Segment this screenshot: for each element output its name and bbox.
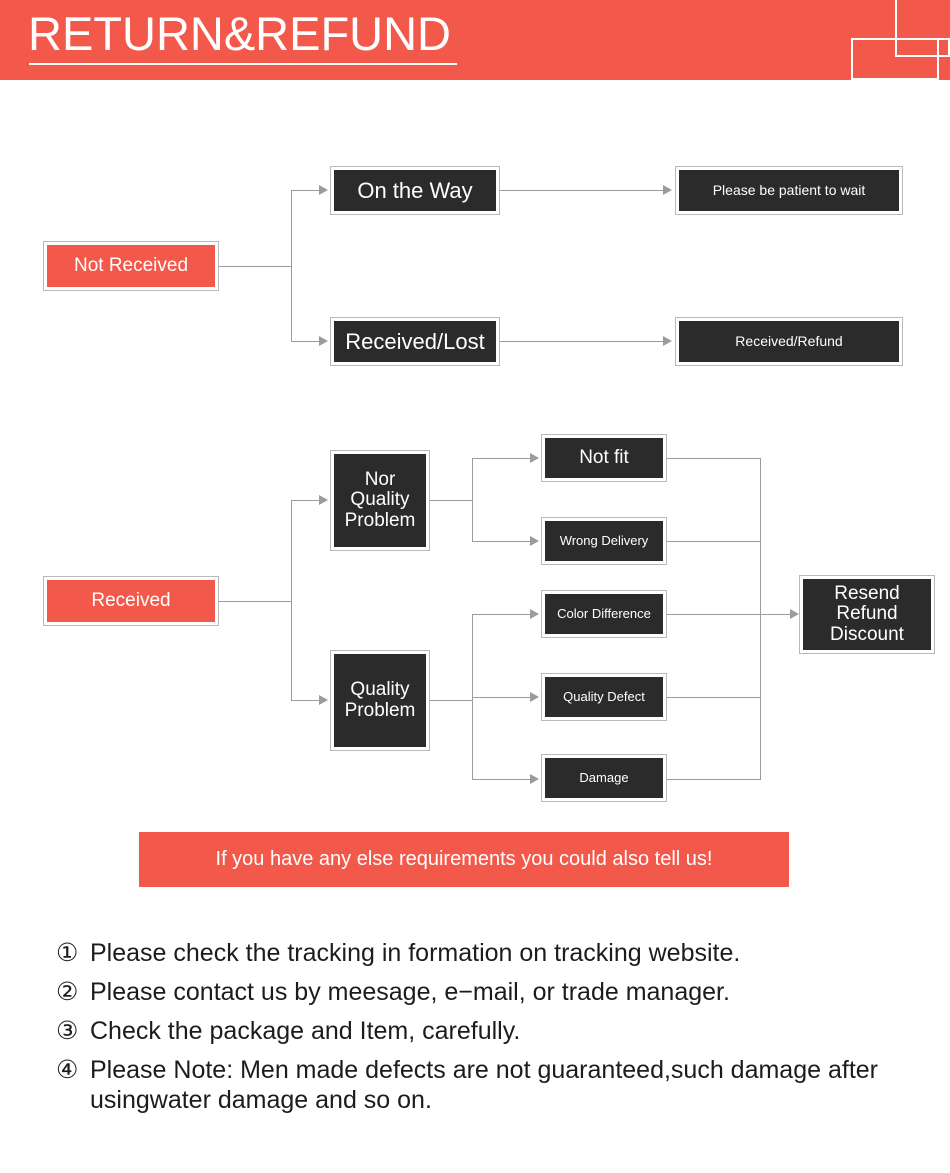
node-nor-quality-problem-line-1: Nor [364, 468, 396, 490]
connector-to-quality-defect [472, 697, 532, 698]
note-number: ④ [56, 1056, 79, 1084]
page-header: RETURN&REFUND [0, 0, 950, 80]
list-item: ② Please contact us by meesage, e−mail, … [56, 977, 936, 1007]
collector-damage [667, 779, 761, 780]
connector-to-on-the-way [291, 190, 321, 191]
page-title: RETURN&REFUND [28, 7, 451, 60]
connector-to-wrong-delivery [472, 541, 532, 542]
arrow-to-wrong-delivery [530, 536, 539, 546]
arrow-to-nor-quality [319, 495, 328, 505]
note-text: Check the package and Item, carefully. [90, 1017, 521, 1045]
note-text: Please check the tracking in formation o… [90, 939, 741, 967]
list-item: ③ Check the package and Item, carefully. [56, 1016, 936, 1046]
requirements-banner-text: If you have any else requirements you co… [215, 848, 713, 870]
arrow-to-quality-defect [530, 692, 539, 702]
node-damage-label: Damage [545, 758, 663, 798]
requirements-banner: If you have any else requirements you co… [139, 832, 789, 887]
decoration-square-small [895, 38, 950, 57]
node-quality-problem-line-1: Quality [350, 678, 410, 700]
connector-quality-problem-stem [430, 700, 472, 701]
node-received[interactable]: Received [43, 576, 219, 626]
note-number: ② [56, 978, 79, 1006]
node-resend-refund-discount-label: Resend Refund Discount [803, 579, 931, 650]
title-underline [29, 63, 457, 65]
connector-to-outcome [760, 614, 792, 615]
node-on-the-way-label: On the Way [334, 170, 496, 211]
notes-list: ① Please check the tracking in formation… [56, 938, 936, 1124]
arrow-received-lost-to-result [663, 336, 672, 346]
node-received-refund-label: Received/Refund [679, 321, 899, 362]
arrow-to-received-lost [319, 336, 328, 346]
connector-nor-quality-stem [430, 500, 472, 501]
node-received-lost-label: Received/Lost [334, 321, 496, 362]
node-not-fit-label: Not fit [545, 438, 663, 478]
outcome-line-2: Refund [836, 603, 898, 625]
node-color-difference[interactable]: Color Difference [541, 590, 667, 638]
node-on-the-way[interactable]: On the Way [330, 166, 500, 215]
note-text: Please contact us by meesage, e−mail, or… [90, 978, 730, 1006]
arrow-to-outcome [790, 609, 799, 619]
node-nor-quality-problem-line-3: Problem [344, 509, 416, 531]
collector-quality-defect [667, 697, 761, 698]
node-damage[interactable]: Damage [541, 754, 667, 802]
connector-nor-quality-split [472, 458, 473, 541]
list-item: ④ Please Note: Men made defects are not … [56, 1055, 936, 1115]
arrow-to-color-difference [530, 609, 539, 619]
connector-not-received-stem [219, 266, 291, 267]
node-nor-quality-problem[interactable]: Nor Quality Problem [330, 450, 430, 551]
connector-to-color-difference [472, 614, 532, 615]
node-quality-defect-label: Quality Defect [545, 677, 663, 717]
connector-to-damage [472, 779, 532, 780]
outcome-line-3: Discount [830, 623, 904, 645]
node-not-received-label: Not Received [47, 245, 215, 287]
collector-bus [760, 458, 761, 780]
node-quality-problem-line-2: Problem [344, 699, 416, 721]
arrow-to-on-the-way [319, 185, 328, 195]
arrow-on-the-way-to-result [663, 185, 672, 195]
node-color-difference-label: Color Difference [545, 594, 663, 634]
note-text: Please Note: Men made defects are not gu… [90, 1056, 878, 1114]
node-quality-defect[interactable]: Quality Defect [541, 673, 667, 721]
connector-to-quality-problem [291, 700, 321, 701]
arrow-to-quality-problem [319, 695, 328, 705]
connector-received-split [291, 500, 292, 701]
connector-received-stem [219, 601, 291, 602]
note-number: ③ [56, 1017, 79, 1045]
return-refund-infographic: RETURN&REFUND Not Received On the Way Pl… [0, 0, 950, 1173]
node-please-be-patient-label: Please be patient to wait [679, 170, 899, 211]
node-nor-quality-problem-line-2: Quality [350, 489, 410, 511]
node-resend-refund-discount[interactable]: Resend Refund Discount [799, 575, 935, 654]
node-received-label: Received [47, 580, 215, 622]
connector-to-not-fit [472, 458, 532, 459]
connector-to-nor-quality [291, 500, 321, 501]
connector-to-received-lost [291, 341, 321, 342]
arrow-to-not-fit [530, 453, 539, 463]
node-nor-quality-problem-label: Nor Quality Problem [334, 454, 426, 547]
outcome-line-1: Resend [834, 582, 900, 604]
collector-color-difference [667, 614, 761, 615]
node-received-refund[interactable]: Received/Refund [675, 317, 903, 366]
collector-not-fit [667, 458, 761, 459]
connector-not-received-split [291, 190, 292, 342]
note-number: ① [56, 939, 79, 967]
node-received-lost[interactable]: Received/Lost [330, 317, 500, 366]
list-item: ① Please check the tracking in formation… [56, 938, 936, 968]
connector-received-lost-to-result [500, 341, 665, 342]
node-wrong-delivery[interactable]: Wrong Delivery [541, 517, 667, 565]
arrow-to-damage [530, 774, 539, 784]
connector-on-the-way-to-result [500, 190, 665, 191]
node-quality-problem-label: Quality Problem [334, 654, 426, 747]
collector-wrong-delivery [667, 541, 761, 542]
node-not-received[interactable]: Not Received [43, 241, 219, 291]
node-please-be-patient[interactable]: Please be patient to wait [675, 166, 903, 215]
node-quality-problem[interactable]: Quality Problem [330, 650, 430, 751]
node-wrong-delivery-label: Wrong Delivery [545, 521, 663, 561]
node-not-fit[interactable]: Not fit [541, 434, 667, 482]
